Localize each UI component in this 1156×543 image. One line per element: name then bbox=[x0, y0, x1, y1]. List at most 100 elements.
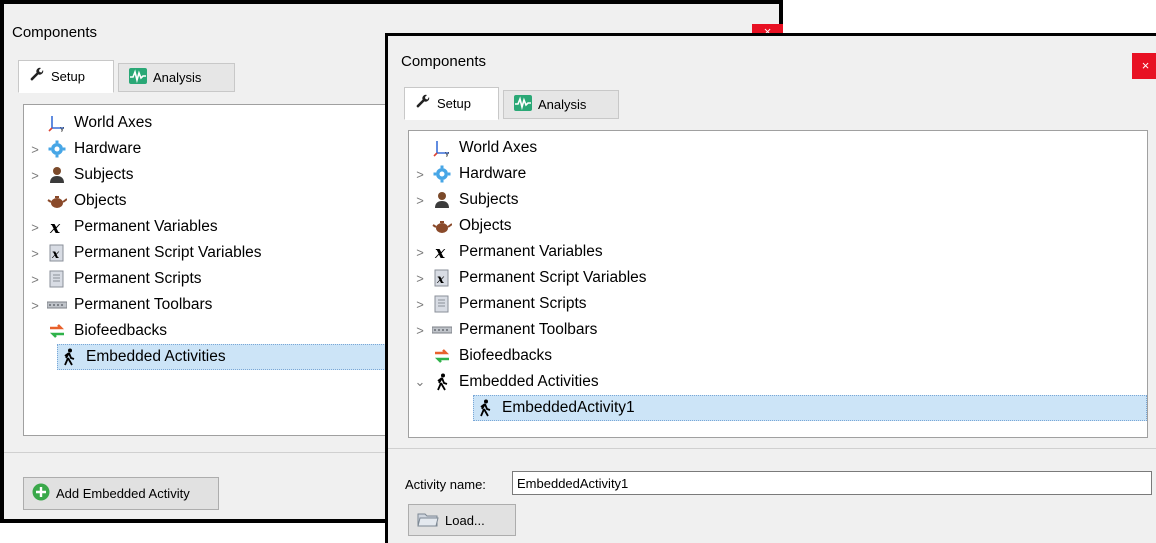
chevron-down-icon[interactable]: ⌄ bbox=[409, 374, 431, 390]
tree-item-permanent-toolbars[interactable]: > Permanent Toolbars bbox=[409, 317, 1147, 343]
tree-item-label: Permanent Toolbars bbox=[459, 321, 598, 338]
add-icon bbox=[32, 483, 50, 504]
activity-name-input[interactable] bbox=[512, 471, 1152, 495]
tree-item-label: Subjects bbox=[459, 191, 519, 208]
chevron-right-icon[interactable]: > bbox=[24, 142, 46, 157]
gear-icon bbox=[46, 139, 68, 159]
tab-label: Analysis bbox=[538, 97, 587, 112]
component-tree[interactable]: y World Axes > Hardware > Subjects Objec… bbox=[408, 130, 1148, 438]
chevron-right-icon[interactable]: > bbox=[409, 297, 431, 312]
tree-item-label: Permanent Toolbars bbox=[74, 296, 213, 313]
chevron-right-icon[interactable]: > bbox=[409, 323, 431, 338]
tab-analysis[interactable]: Analysis bbox=[503, 90, 619, 119]
svg-text:y: y bbox=[60, 125, 64, 132]
tab-label: Setup bbox=[437, 96, 471, 111]
tree-item-embedded-activities[interactable]: ⌄ Embedded Activities bbox=[409, 369, 1147, 395]
add-embedded-activity-button[interactable]: Add Embedded Activity bbox=[23, 477, 219, 510]
tree-item-biofeedbacks[interactable]: Biofeedbacks bbox=[409, 343, 1147, 369]
walking-icon bbox=[58, 347, 80, 367]
components-window-front: Components × Setup Analysis y World Axes… bbox=[385, 33, 1156, 543]
activity-name-label: Activity name: bbox=[405, 477, 486, 492]
chevron-right-icon[interactable]: > bbox=[409, 245, 431, 260]
tree-item-label: World Axes bbox=[74, 114, 153, 131]
tree-item-label: Permanent Scripts bbox=[459, 295, 587, 312]
toolbar-icon bbox=[46, 295, 68, 315]
walking-icon bbox=[431, 372, 453, 392]
divider bbox=[388, 448, 1156, 449]
chevron-right-icon[interactable]: > bbox=[409, 193, 431, 208]
load-button[interactable]: Load... bbox=[408, 504, 516, 536]
chevron-right-icon[interactable]: > bbox=[24, 220, 46, 235]
tree-item-objects[interactable]: Objects bbox=[24, 188, 388, 214]
tab-label: Analysis bbox=[153, 70, 202, 85]
tree-item-label: Biofeedbacks bbox=[74, 322, 168, 339]
close-icon: × bbox=[1141, 58, 1150, 73]
tree-item-label: Hardware bbox=[459, 165, 527, 182]
axes-icon: y bbox=[46, 113, 68, 133]
chevron-right-icon[interactable]: > bbox=[24, 272, 46, 287]
wrench-icon bbox=[29, 67, 45, 86]
svg-text:x: x bbox=[434, 243, 446, 261]
tree-item-subjects[interactable]: > Subjects bbox=[409, 187, 1147, 213]
script-icon bbox=[46, 269, 68, 289]
gear-icon bbox=[431, 164, 453, 184]
component-tree[interactable]: y World Axes > Hardware > Subjects Objec… bbox=[23, 104, 389, 436]
tab-setup[interactable]: Setup bbox=[18, 60, 114, 93]
script-icon bbox=[431, 294, 453, 314]
tree-item-label: Subjects bbox=[74, 166, 134, 183]
biofeedback-icon bbox=[46, 321, 68, 341]
tree-item-world-axes[interactable]: y World Axes bbox=[409, 135, 1147, 161]
tree-item-hardware[interactable]: > Hardware bbox=[409, 161, 1147, 187]
teapot-icon bbox=[431, 216, 453, 236]
tree-item-permanent-scripts[interactable]: > Permanent Scripts bbox=[24, 266, 388, 292]
svg-text:x: x bbox=[436, 272, 445, 286]
tree-item-label: Permanent Variables bbox=[74, 218, 218, 235]
waveform-icon bbox=[514, 95, 532, 114]
svg-text:x: x bbox=[51, 247, 60, 261]
close-button[interactable]: × bbox=[1132, 53, 1156, 79]
tree-item-permanent-variables[interactable]: > x Permanent Variables bbox=[24, 214, 388, 240]
tree-item-embedded-activities[interactable]: Embedded Activities bbox=[57, 344, 388, 370]
tree-item-subjects[interactable]: > Subjects bbox=[24, 162, 388, 188]
tree-item-permanent-script-variables[interactable]: > x Permanent Script Variables bbox=[409, 265, 1147, 291]
tree-item-biofeedbacks[interactable]: Biofeedbacks bbox=[24, 318, 388, 344]
tree-item-label: Biofeedbacks bbox=[459, 347, 553, 364]
person-icon bbox=[431, 190, 453, 210]
tree-item-world-axes[interactable]: y World Axes bbox=[24, 110, 388, 136]
button-label: Add Embedded Activity bbox=[56, 486, 190, 501]
variable-x-icon: x bbox=[431, 242, 453, 262]
button-label: Load... bbox=[445, 512, 485, 528]
tree-item-permanent-toolbars[interactable]: > Permanent Toolbars bbox=[24, 292, 388, 318]
variable-x-icon: x bbox=[46, 217, 68, 237]
tree-item-label: Permanent Script Variables bbox=[459, 269, 647, 286]
person-icon bbox=[46, 165, 68, 185]
svg-text:x: x bbox=[49, 218, 61, 236]
chevron-right-icon[interactable]: > bbox=[24, 168, 46, 183]
tab-bar: Setup Analysis bbox=[404, 87, 784, 120]
window-title: Components bbox=[12, 24, 98, 41]
tree-item-permanent-scripts[interactable]: > Permanent Scripts bbox=[409, 291, 1147, 317]
tab-analysis[interactable]: Analysis bbox=[118, 63, 235, 92]
tree-item-label: Embedded Activities bbox=[86, 348, 226, 365]
tab-setup[interactable]: Setup bbox=[404, 87, 499, 120]
tree-item-permanent-script-variables[interactable]: > x Permanent Script Variables bbox=[24, 240, 388, 266]
tree-item-embedded-activity-1[interactable]: EmbeddedActivity1 bbox=[473, 395, 1147, 421]
tree-item-permanent-variables[interactable]: > x Permanent Variables bbox=[409, 239, 1147, 265]
axes-icon: y bbox=[431, 138, 453, 158]
chevron-right-icon[interactable]: > bbox=[409, 167, 431, 182]
script-variable-icon: x bbox=[46, 243, 68, 263]
tree-item-label: Objects bbox=[459, 217, 512, 234]
tree-item-label: World Axes bbox=[459, 139, 538, 156]
tree-item-label: EmbeddedActivity1 bbox=[502, 399, 635, 416]
folder-icon bbox=[417, 510, 439, 531]
waveform-icon bbox=[129, 68, 147, 87]
tab-bar: Setup Analysis bbox=[18, 60, 388, 93]
chevron-right-icon[interactable]: > bbox=[24, 298, 46, 313]
script-variable-icon: x bbox=[431, 268, 453, 288]
tree-item-hardware[interactable]: > Hardware bbox=[24, 136, 388, 162]
chevron-right-icon[interactable]: > bbox=[24, 246, 46, 261]
tree-item-objects[interactable]: Objects bbox=[409, 213, 1147, 239]
chevron-right-icon[interactable]: > bbox=[409, 271, 431, 286]
tree-item-label: Hardware bbox=[74, 140, 142, 157]
svg-text:y: y bbox=[445, 150, 449, 157]
